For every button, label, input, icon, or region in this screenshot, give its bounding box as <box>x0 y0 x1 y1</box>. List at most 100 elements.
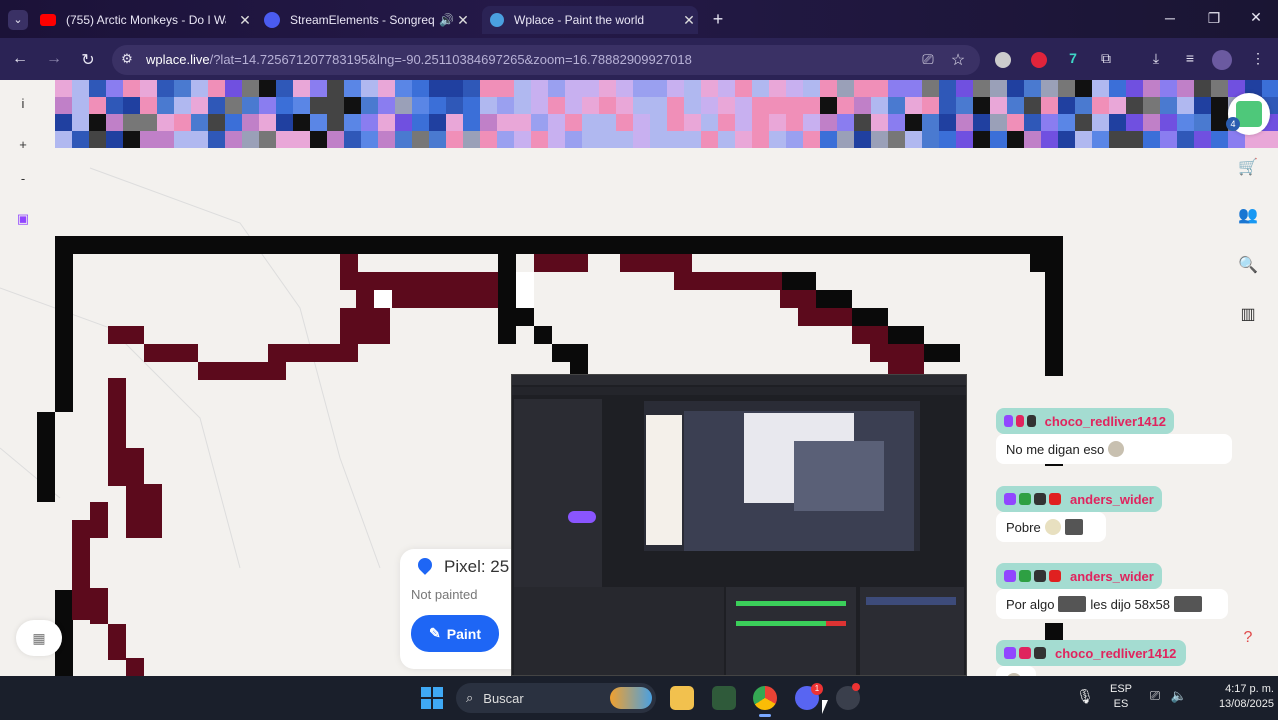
menu-icon[interactable]: ⋮ <box>1248 50 1268 67</box>
url-rest: /?lat=14.725671207783195&lng=-90.2511038… <box>209 52 692 67</box>
close-icon[interactable]: ✕ <box>454 12 472 29</box>
template-button[interactable]: ▦ <box>16 620 62 656</box>
user-avatar[interactable]: 4 <box>1226 93 1270 135</box>
window-close-icon[interactable]: ✕ <box>1246 9 1266 26</box>
paint-button[interactable]: ✎ Paint <box>411 615 499 652</box>
site-info-icon[interactable]: ⚙ <box>118 51 136 67</box>
forward-icon[interactable]: → <box>44 50 64 68</box>
map-pixel <box>208 131 225 148</box>
info-button[interactable]: i <box>11 92 35 116</box>
new-tab-icon[interactable]: + <box>708 9 728 30</box>
map-pixel <box>1075 131 1092 148</box>
bookmark-star-icon[interactable]: ☆ <box>948 50 968 70</box>
profile-avatar[interactable] <box>1212 50 1232 70</box>
minimize-icon[interactable]: ─ <box>1160 10 1180 26</box>
map-pixel <box>939 131 956 148</box>
zoom-out-button[interactable]: - <box>11 167 35 191</box>
chat-username: anders_wider <box>1070 491 1154 507</box>
map-pixel <box>72 97 89 114</box>
obs-scene-preview <box>644 401 920 551</box>
tab-wplace[interactable]: Wplace - Paint the world ✕ <box>482 6 698 34</box>
map-pixel <box>497 114 514 131</box>
language-indicator[interactable]: ESP ES <box>1106 683 1136 710</box>
map-pixel <box>565 80 582 97</box>
zoom-in-button[interactable]: + <box>11 133 35 157</box>
map-pixel-strip[interactable] <box>55 80 1278 148</box>
file-explorer-icon[interactable] <box>670 686 694 710</box>
map-pixel <box>922 80 939 97</box>
map-pixel <box>1194 131 1211 148</box>
map-pixel <box>548 114 565 131</box>
taskbar-search[interactable]: ⌕ Buscar <box>456 683 656 713</box>
badge-icon <box>1019 493 1031 505</box>
map-pixel <box>1092 131 1109 148</box>
volume-icon[interactable]: 🔈 <box>1170 688 1188 704</box>
map-pixel <box>463 80 480 97</box>
map-pixel <box>786 131 803 148</box>
map-pixel <box>208 97 225 114</box>
map-pixel <box>701 131 718 148</box>
map-pixel <box>1041 80 1058 97</box>
obs-sources-panel <box>514 587 724 675</box>
reload-icon[interactable]: ↻ <box>78 50 98 70</box>
chrome-icon[interactable] <box>753 686 777 710</box>
tab-streamelements[interactable]: StreamElements - Songreque 🔊 ✕ <box>264 6 472 34</box>
speaker-icon[interactable]: 🔊 <box>439 13 454 27</box>
map-pixel <box>769 80 786 97</box>
url-text[interactable]: wplace.live/?lat=14.725671207783195&lng=… <box>146 52 692 67</box>
map-pixel <box>871 97 888 114</box>
map-pixel <box>1058 114 1075 131</box>
badge-icon <box>1034 647 1046 659</box>
map-pixel <box>514 80 531 97</box>
map-pixel <box>956 80 973 97</box>
map-pixel <box>1092 97 1109 114</box>
tab-title: StreamElements - Songreque <box>290 13 435 27</box>
windows-start-icon[interactable] <box>421 687 443 709</box>
search-icon: ⌕ <box>466 690 474 705</box>
extension-icon[interactable] <box>995 52 1011 68</box>
map-pixel <box>1092 80 1109 97</box>
map-pixel <box>157 131 174 148</box>
map-pixel <box>480 114 497 131</box>
map-pixel <box>803 131 820 148</box>
map-pixel <box>1194 97 1211 114</box>
map-pixel <box>871 131 888 148</box>
twitch-icon[interactable]: ▣ <box>11 207 35 231</box>
maximize-icon[interactable]: ❐ <box>1204 10 1224 27</box>
tab-youtube[interactable]: (755) Arctic Monkeys - Do I Wa ✕ <box>40 6 254 34</box>
clock[interactable]: 4:17 p. m. 13/08/2025 <box>1196 683 1274 710</box>
microphone-icon[interactable]: 🎙 <box>1076 688 1094 705</box>
cart-icon[interactable]: 🛒 <box>1228 148 1268 188</box>
map-pixel <box>752 131 769 148</box>
search-map-icon[interactable]: 🔍 <box>1228 246 1268 286</box>
map-pixel <box>106 80 123 97</box>
puzzle-icon[interactable]: ⧉ <box>1096 50 1116 67</box>
extension-7tv-icon[interactable]: 7 <box>1064 50 1082 66</box>
close-icon[interactable]: ✕ <box>680 12 698 29</box>
download-icon[interactable]: ⤓ <box>1146 50 1166 67</box>
map-pixel <box>837 97 854 114</box>
art-pixel <box>108 378 126 486</box>
map-pixel <box>531 97 548 114</box>
adblock-icon[interactable] <box>1031 52 1047 68</box>
obs-menu <box>512 387 966 395</box>
users-icon[interactable]: 👥 <box>1228 196 1268 236</box>
tab-list-button[interactable]: ⌄ <box>8 10 28 30</box>
map-pixel <box>395 131 412 148</box>
art-pixel <box>620 254 692 272</box>
chat-username: anders_wider <box>1070 568 1154 584</box>
map-pixel <box>939 114 956 131</box>
map-pixel <box>174 97 191 114</box>
back-icon[interactable]: ← <box>10 50 30 68</box>
close-icon[interactable]: ✕ <box>236 12 254 29</box>
map-pixel <box>956 114 973 131</box>
map-pixel <box>480 97 497 114</box>
leaderboard-icon[interactable]: ▥ <box>1228 295 1268 335</box>
app-icon[interactable] <box>712 686 736 710</box>
media-control-icon[interactable]: ≡ <box>1180 50 1200 66</box>
network-icon[interactable]: ⎚ <box>1146 688 1164 704</box>
map-pixel <box>55 97 72 114</box>
map-pixel <box>871 80 888 97</box>
install-icon[interactable]: ⎚ <box>918 51 938 68</box>
screen: ⌄ (755) Arctic Monkeys - Do I Wa ✕ Strea… <box>0 0 1278 720</box>
